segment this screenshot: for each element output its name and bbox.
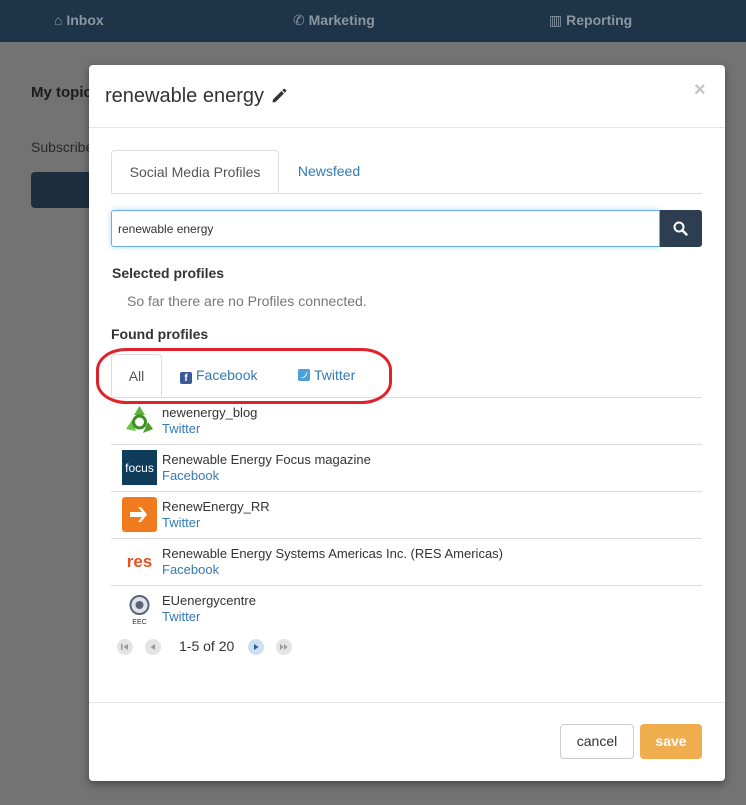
- profile-name: Renewable Energy Systems Americas Inc. (…: [162, 546, 504, 561]
- found-profiles-list: newenergy_blog Twitter focus Renewable E…: [111, 398, 702, 632]
- tab-facebook[interactable]: f Facebook: [180, 354, 257, 396]
- pencil-icon[interactable]: [270, 87, 288, 105]
- nav-item-label: Inbox: [66, 12, 104, 28]
- tab-all[interactable]: All: [111, 354, 162, 397]
- arrow-avatar: [122, 497, 157, 532]
- tab-newsfeed[interactable]: Newsfeed: [279, 150, 379, 192]
- tab-twitter-label: Twitter: [314, 367, 356, 383]
- focus-avatar: focus: [122, 450, 157, 485]
- top-navigation: ⌂ Inbox ✆ Marketing ▥ Reporting: [0, 0, 746, 42]
- res-avatar: res: [122, 544, 157, 579]
- bar-chart-icon: ▥: [549, 12, 563, 28]
- save-button[interactable]: save: [640, 724, 702, 759]
- last-page-button[interactable]: [276, 639, 292, 655]
- focus-avatar-text: focus: [125, 461, 154, 475]
- search-icon: [673, 221, 688, 236]
- found-profiles-tabs: All f Facebook Twitter: [111, 354, 702, 398]
- nav-item-reporting[interactable]: ▥ Reporting: [549, 0, 632, 42]
- topic-modal: renewable energy × Social Media Profiles…: [89, 65, 725, 781]
- pagination-info: 1-5 of 20: [179, 638, 235, 654]
- profile-name: newenergy_blog: [162, 405, 258, 420]
- profile-network[interactable]: Twitter: [162, 421, 200, 436]
- last-page-icon: [280, 644, 288, 650]
- list-item[interactable]: focus Renewable Energy Focus magazine Fa…: [111, 445, 702, 492]
- search-input[interactable]: [111, 210, 660, 247]
- profile-name: EUenergycentre: [162, 593, 256, 608]
- res-avatar-text: res: [127, 552, 153, 571]
- close-button[interactable]: ×: [694, 79, 706, 102]
- list-item[interactable]: newenergy_blog Twitter: [111, 398, 702, 445]
- background-button: [31, 172, 91, 208]
- next-page-button[interactable]: [248, 639, 264, 655]
- modal-title: renewable energy: [105, 85, 264, 107]
- eec-avatar-text: EEC: [132, 619, 146, 626]
- chevron-left-icon: [150, 644, 155, 650]
- megaphone-icon: ✆: [293, 12, 305, 28]
- list-item[interactable]: EEC EUenergycentre Twitter: [111, 586, 702, 632]
- background-title: My topic: [31, 84, 92, 101]
- selected-profiles-empty: So far there are no Profiles connected.: [127, 293, 367, 309]
- recycle-avatar: [126, 406, 153, 433]
- found-profiles-title: Found profiles: [111, 326, 209, 342]
- modal-footer-divider: [89, 702, 725, 703]
- cancel-button[interactable]: cancel: [560, 724, 634, 759]
- first-page-button[interactable]: [117, 639, 133, 655]
- facebook-icon: f: [180, 372, 192, 384]
- profile-name: RenewEnergy_RR: [162, 499, 270, 514]
- list-item[interactable]: RenewEnergy_RR Twitter: [111, 492, 702, 539]
- chevron-right-icon: [254, 644, 259, 650]
- eec-avatar: EEC: [129, 595, 150, 626]
- prev-page-button[interactable]: [145, 639, 161, 655]
- search-button[interactable]: [660, 210, 702, 247]
- profile-network[interactable]: Twitter: [162, 609, 200, 624]
- nav-item-marketing[interactable]: ✆ Marketing: [293, 0, 375, 42]
- tab-social-media-profiles[interactable]: Social Media Profiles: [111, 150, 279, 193]
- home-icon: ⌂: [54, 12, 63, 28]
- profile-network[interactable]: Twitter: [162, 515, 200, 530]
- nav-item-label: Marketing: [308, 12, 375, 28]
- selected-profiles-title: Selected profiles: [112, 265, 225, 281]
- profile-network[interactable]: Facebook: [162, 468, 219, 483]
- nav-item-inbox[interactable]: ⌂ Inbox: [54, 0, 104, 42]
- profile-network[interactable]: Facebook: [162, 562, 219, 577]
- first-page-icon: [121, 644, 128, 650]
- nav-item-label: Reporting: [566, 12, 633, 28]
- list-item[interactable]: res Renewable Energy Systems Americas In…: [111, 539, 702, 586]
- profile-name: Renewable Energy Focus magazine: [162, 452, 371, 467]
- background-subtitle: Subscribe: [31, 139, 94, 155]
- tab-twitter[interactable]: Twitter: [298, 354, 355, 396]
- modal-tabs: Social Media Profiles Newsfeed: [111, 150, 702, 194]
- tab-facebook-label: Facebook: [196, 367, 258, 383]
- twitter-icon: [298, 369, 310, 381]
- modal-header: renewable energy ×: [89, 65, 725, 128]
